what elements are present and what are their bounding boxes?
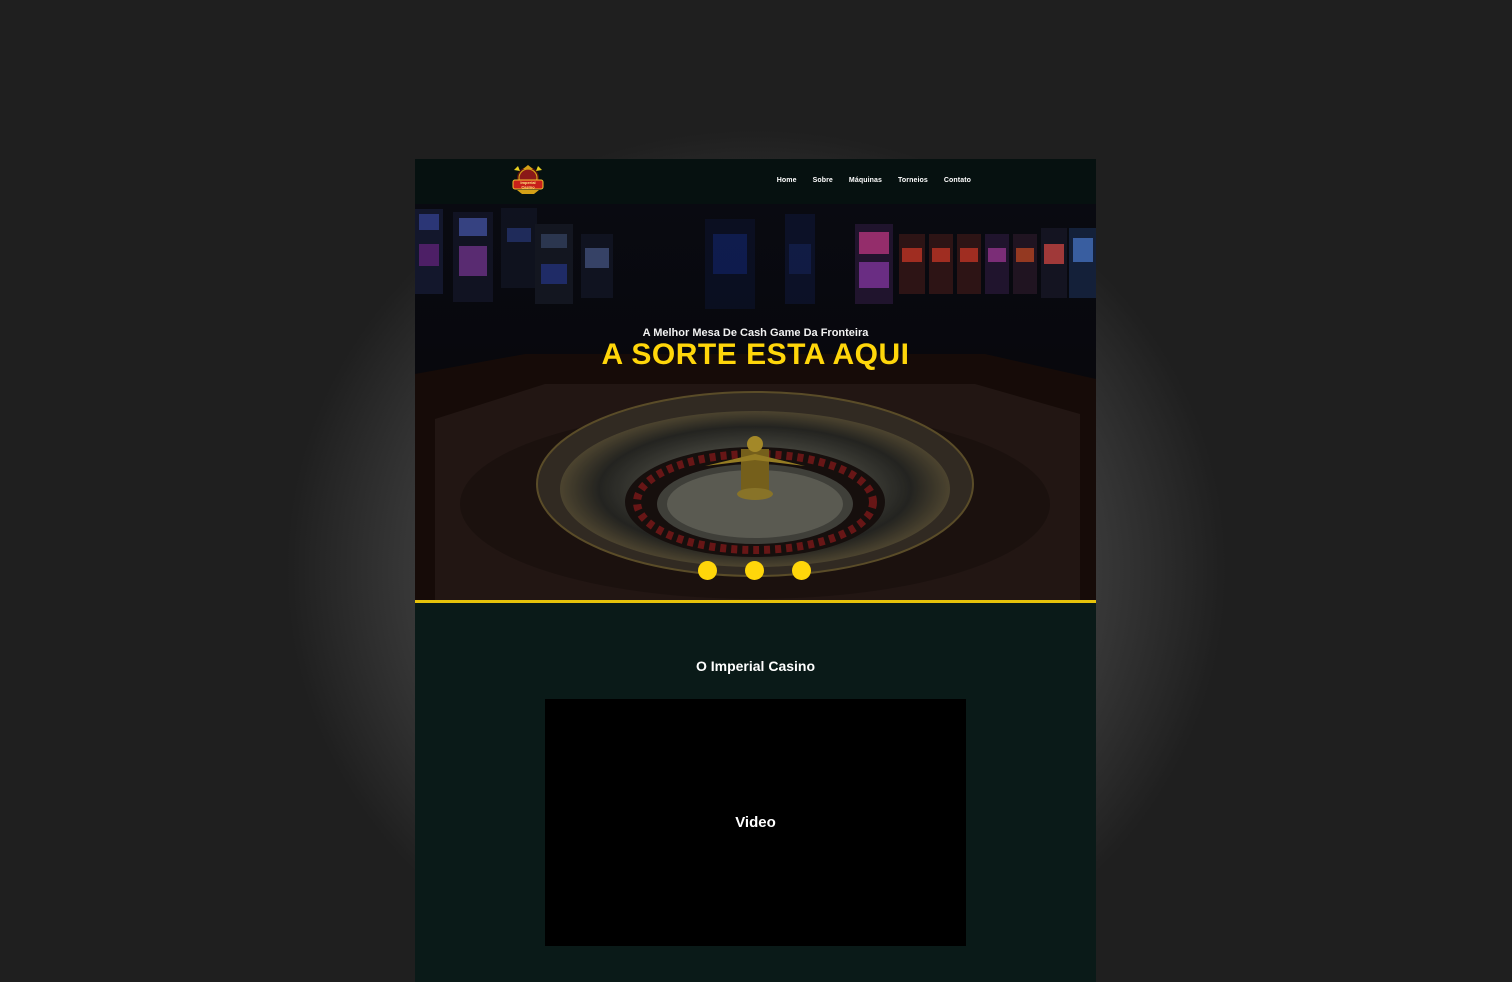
nav-link-maquinas[interactable]: Máquinas	[849, 177, 882, 184]
hero-divider	[415, 600, 1096, 603]
imperial-casino-logo[interactable]: Imperial Casino	[510, 164, 546, 196]
carousel-dots	[698, 561, 811, 580]
website-frame: Imperial Casino Home Sobre Máquinas Torn…	[415, 159, 1096, 982]
logo-text-bottom: Casino	[521, 185, 535, 190]
hero-title: A SORTE ESTA AQUI	[601, 338, 910, 371]
nav-link-home[interactable]: Home	[777, 177, 797, 184]
carousel-dot-1[interactable]	[698, 561, 717, 580]
main-nav: Home Sobre Máquinas Torneios Contato	[777, 177, 971, 184]
video-placeholder-label: Video	[735, 814, 776, 831]
hero-carousel: A Melhor Mesa De Cash Game Da Fronteira …	[415, 204, 1096, 601]
carousel-dot-2[interactable]	[745, 561, 764, 580]
about-title: O Imperial Casino	[695, 658, 816, 674]
video-player[interactable]: Video	[545, 699, 966, 946]
navbar: Imperial Casino Home Sobre Máquinas Torn…	[415, 159, 1096, 204]
nav-link-contato[interactable]: Contato	[944, 177, 971, 184]
nav-link-sobre[interactable]: Sobre	[813, 177, 833, 184]
hero-roulette-image	[415, 204, 1096, 601]
nav-link-torneios[interactable]: Torneios	[898, 177, 928, 184]
carousel-dot-3[interactable]	[792, 561, 811, 580]
